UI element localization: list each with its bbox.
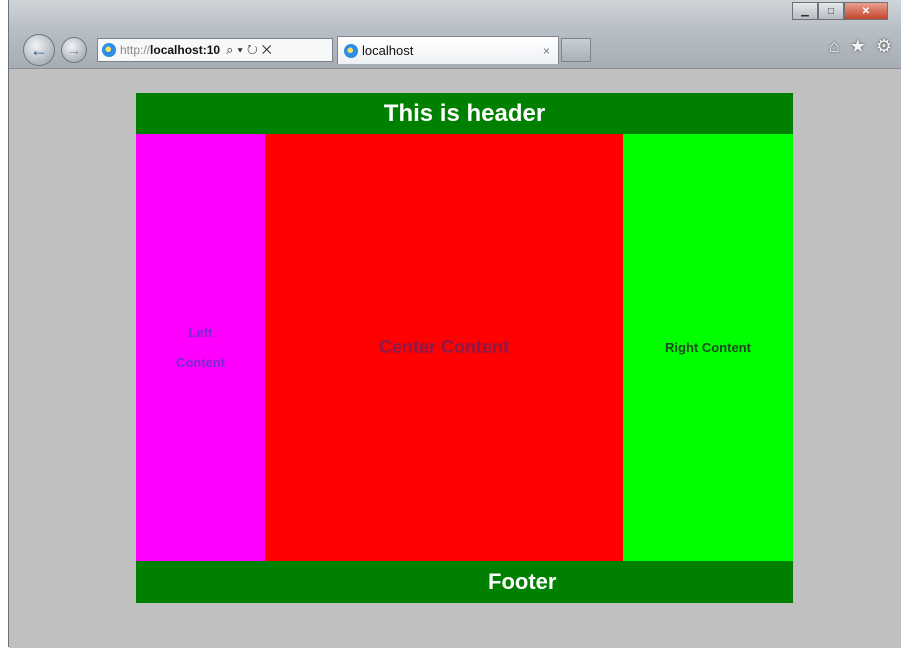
back-button[interactable]: ← bbox=[23, 34, 55, 66]
arrow-right-icon: → bbox=[67, 42, 81, 58]
home-icon[interactable]: ⌂ bbox=[829, 36, 840, 57]
new-tab-button[interactable] bbox=[561, 38, 591, 62]
browser-toolbar: ⌂ ★ ⚙ bbox=[829, 36, 892, 57]
arrow-left-icon: ← bbox=[30, 39, 48, 60]
page-header: This is header bbox=[136, 93, 793, 134]
tools-icon[interactable]: ⚙ bbox=[876, 36, 892, 57]
page-footer: Footer bbox=[136, 561, 793, 603]
left-content-line1: Left bbox=[188, 324, 213, 340]
url-host: localhost:10 bbox=[150, 43, 221, 57]
left-content-line2: Content bbox=[175, 354, 226, 370]
maximize-button[interactable]: □ bbox=[818, 2, 844, 20]
stop-icon[interactable]: ✕ bbox=[262, 42, 276, 57]
favorites-icon[interactable]: ★ bbox=[850, 36, 866, 57]
window-controls: ▁ □ ✕ bbox=[792, 2, 888, 20]
center-content: Center Content bbox=[379, 337, 509, 357]
tab-localhost[interactable]: localhost × bbox=[337, 36, 559, 64]
tab-title: localhost bbox=[362, 43, 414, 58]
close-window-button[interactable]: ✕ bbox=[844, 2, 888, 20]
address-bar[interactable]: http://localhost:10 ⌕▾↻✕ bbox=[97, 38, 333, 62]
left-column: Left Content bbox=[136, 134, 265, 561]
site-favicon-icon bbox=[102, 43, 116, 57]
forward-button[interactable]: → bbox=[61, 37, 87, 63]
dropdown-icon[interactable]: ▾ bbox=[237, 42, 246, 57]
url-protocol: http:// bbox=[120, 43, 151, 57]
right-column: Right Content bbox=[623, 134, 793, 561]
right-content: Right Content bbox=[665, 340, 751, 355]
tab-close-icon[interactable]: × bbox=[543, 44, 550, 58]
page-viewport: This is header Left Content Center Conte… bbox=[9, 68, 901, 648]
page-layout: This is header Left Content Center Conte… bbox=[136, 93, 793, 603]
refresh-icon[interactable]: ↻ bbox=[247, 42, 262, 57]
center-column: Center Content bbox=[265, 134, 623, 561]
browser-titlebar: ▁ □ ✕ ← → http://localhost:10 ⌕▾↻✕ local… bbox=[9, 0, 901, 68]
tab-favicon-icon bbox=[344, 43, 358, 58]
browser-window: ▁ □ ✕ ← → http://localhost:10 ⌕▾↻✕ local… bbox=[8, 0, 901, 648]
address-actions: ⌕▾↻✕ bbox=[226, 42, 276, 58]
search-icon[interactable]: ⌕ bbox=[226, 42, 237, 57]
minimize-button[interactable]: ▁ bbox=[792, 2, 818, 20]
